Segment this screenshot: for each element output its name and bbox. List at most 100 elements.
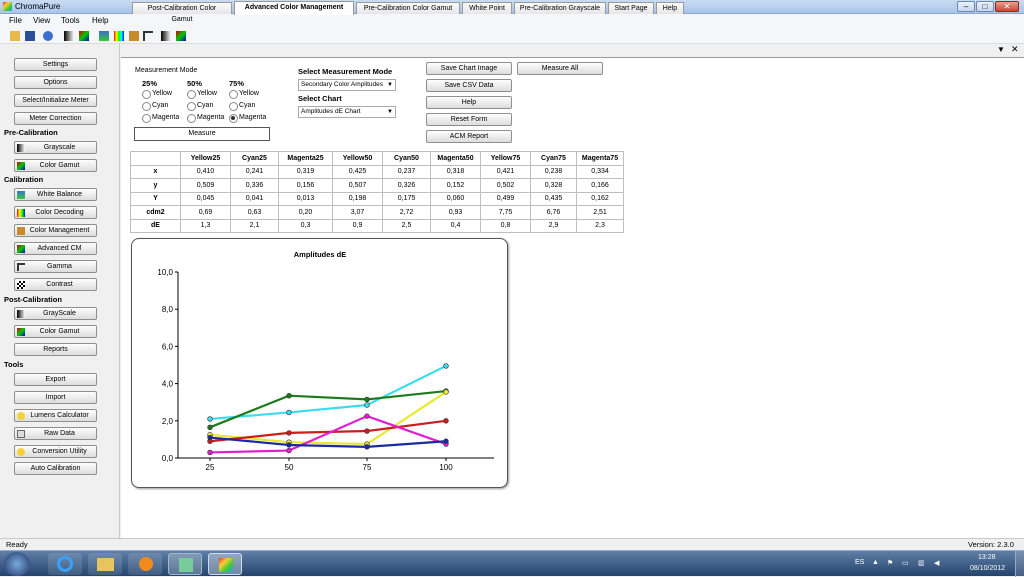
table-cell: 0,93 bbox=[430, 205, 481, 220]
chart-series-group bbox=[207, 363, 449, 456]
radio-magenta-25[interactable]: Magenta bbox=[142, 114, 179, 123]
pre-color-gamut-button[interactable]: Color Gamut bbox=[14, 159, 97, 172]
table-cell: 0,152 bbox=[430, 178, 481, 193]
tab-advanced-color-management[interactable]: Advanced Color Management bbox=[234, 1, 354, 15]
tab-bar bbox=[121, 44, 1024, 58]
internet-explorer-icon[interactable] bbox=[48, 553, 82, 575]
select-initialize-meter-button[interactable]: Select/Initialize Meter bbox=[14, 94, 97, 107]
reset-form-button[interactable]: Reset Form bbox=[426, 113, 512, 126]
network-icon[interactable]: ▥ bbox=[918, 559, 925, 567]
lumens-calculator-button[interactable]: Lumens Calculator bbox=[14, 409, 97, 422]
grayscale-icon[interactable] bbox=[161, 31, 171, 41]
radio-cyan-50[interactable]: Cyan bbox=[187, 102, 213, 111]
save-csv-data-button[interactable]: Save CSV Data bbox=[426, 79, 512, 92]
export-button[interactable]: Export bbox=[14, 373, 97, 386]
chromaticity-icon[interactable] bbox=[79, 31, 89, 41]
y-tick-label: 8,0 bbox=[162, 305, 174, 314]
tab-start-page[interactable]: Start Page bbox=[608, 2, 654, 14]
tab-list-dropdown-icon[interactable]: ▼ bbox=[997, 45, 1005, 54]
data-point bbox=[364, 444, 370, 450]
save-icon[interactable] bbox=[25, 31, 35, 41]
table-cell: 0,175 bbox=[382, 191, 431, 206]
display-icon[interactable]: ▭ bbox=[902, 559, 909, 567]
tab-close-icon[interactable]: ✕ bbox=[1011, 44, 1019, 55]
volume-icon[interactable]: ◀ bbox=[934, 559, 939, 567]
menu-view[interactable]: View bbox=[33, 16, 50, 25]
menu-help[interactable]: Help bbox=[92, 16, 108, 25]
post-color-gamut-button[interactable]: Color Gamut bbox=[14, 325, 97, 338]
radio-magenta-50[interactable]: Magenta bbox=[187, 114, 224, 123]
data-point bbox=[364, 396, 370, 403]
settings-button[interactable]: Settings bbox=[14, 58, 97, 71]
grayscale-icon[interactable] bbox=[64, 31, 74, 41]
help-button[interactable]: Help bbox=[426, 96, 512, 109]
contrast-button[interactable]: Contrast bbox=[14, 278, 97, 291]
pre-grayscale-button[interactable]: Grayscale bbox=[14, 141, 97, 154]
window-title: ChromaPure bbox=[15, 2, 61, 11]
reports-button[interactable]: Reports bbox=[14, 343, 97, 356]
chart-select[interactable]: Amplitudes dE Chart ▼ bbox=[298, 106, 396, 118]
help-icon[interactable] bbox=[43, 31, 53, 41]
options-button[interactable]: Options bbox=[14, 76, 97, 89]
table-cell: 0,336 bbox=[230, 178, 279, 193]
gamma-button[interactable]: Gamma bbox=[14, 260, 97, 273]
language-indicator[interactable]: ES bbox=[855, 559, 864, 566]
open-folder-icon[interactable] bbox=[10, 31, 20, 41]
close-button[interactable]: ✕ bbox=[995, 1, 1019, 12]
gamma-icon[interactable] bbox=[143, 31, 153, 41]
settings-tools-icon[interactable] bbox=[129, 31, 139, 41]
file-explorer-icon[interactable] bbox=[88, 553, 122, 575]
save-chart-image-button[interactable]: Save Chart Image bbox=[426, 62, 512, 75]
tab-help[interactable]: Help bbox=[656, 2, 684, 14]
auto-calibration-button[interactable]: Auto Calibration bbox=[14, 462, 97, 475]
network-app-icon[interactable] bbox=[168, 553, 202, 575]
color-decoding-button[interactable]: Color Decoding bbox=[14, 206, 97, 219]
media-player-icon[interactable] bbox=[128, 553, 162, 575]
table-cell: 0,4 bbox=[430, 218, 481, 233]
tab-pre-calibration-grayscale[interactable]: Pre-Calibration Grayscale bbox=[514, 2, 606, 14]
meter-correction-button[interactable]: Meter Correction bbox=[14, 112, 97, 125]
table-cell: 2,9 bbox=[530, 218, 577, 233]
table-cell: 0,69 bbox=[180, 205, 231, 220]
color-management-button[interactable]: Color Management bbox=[14, 224, 97, 237]
menu-tools[interactable]: Tools bbox=[61, 16, 80, 25]
data-point bbox=[286, 442, 292, 448]
measurement-mode-select[interactable]: Secondary Color Amplitudes ▼ bbox=[298, 79, 396, 91]
import-button[interactable]: Import bbox=[14, 391, 97, 404]
table-cell: 0,041 bbox=[230, 191, 279, 206]
table-cell: 0,8 bbox=[480, 218, 531, 233]
chart-icon[interactable] bbox=[99, 31, 109, 41]
show-desktop-button[interactable] bbox=[1015, 551, 1024, 577]
radio-cyan-75[interactable]: Cyan bbox=[229, 102, 255, 111]
radio-yellow-75[interactable]: Yellow bbox=[229, 90, 259, 99]
maximize-button[interactable]: □ bbox=[976, 1, 994, 12]
start-button[interactable] bbox=[4, 552, 30, 576]
acm-report-button[interactable]: ACM Report bbox=[426, 130, 512, 143]
radio-cyan-25[interactable]: Cyan bbox=[142, 102, 168, 111]
chromaticity-icon[interactable] bbox=[176, 31, 186, 41]
radio-yellow-50[interactable]: Yellow bbox=[187, 90, 217, 99]
data-point bbox=[443, 418, 449, 424]
measure-button[interactable]: Measure bbox=[134, 127, 270, 141]
color-bars-icon[interactable] bbox=[114, 31, 124, 41]
clock-time[interactable]: 13:28 bbox=[978, 554, 996, 561]
radio-magenta-75[interactable]: Magenta bbox=[229, 114, 266, 123]
post-grayscale-button[interactable]: GrayScale bbox=[14, 307, 97, 320]
chromapure-taskbar-icon[interactable] bbox=[208, 553, 242, 575]
white-balance-button[interactable]: White Balance bbox=[14, 188, 97, 201]
data-point bbox=[364, 413, 370, 419]
advanced-cm-button[interactable]: Advanced CM bbox=[14, 242, 97, 255]
raw-data-button[interactable]: Raw Data bbox=[14, 427, 97, 440]
tab-white-point[interactable]: White Point bbox=[462, 2, 512, 14]
tab-post-calibration-color-gamut[interactable]: Post-Calibration Color Gamut bbox=[132, 2, 232, 23]
radio-yellow-25[interactable]: Yellow bbox=[142, 90, 172, 99]
table-cell: 0,166 bbox=[576, 178, 624, 193]
chevron-up-icon[interactable]: ▲ bbox=[872, 559, 879, 566]
conversion-utility-button[interactable]: Conversion Utility bbox=[14, 445, 97, 458]
minimize-button[interactable]: – bbox=[957, 1, 975, 12]
flag-icon[interactable]: ⚑ bbox=[887, 559, 893, 567]
clock-date[interactable]: 08/10/2012 bbox=[970, 565, 1005, 572]
measure-all-button[interactable]: Measure All bbox=[517, 62, 603, 75]
menu-file[interactable]: File bbox=[9, 16, 22, 25]
tab-pre-calibration-color-gamut[interactable]: Pre-Calibration Color Gamut bbox=[356, 2, 460, 14]
